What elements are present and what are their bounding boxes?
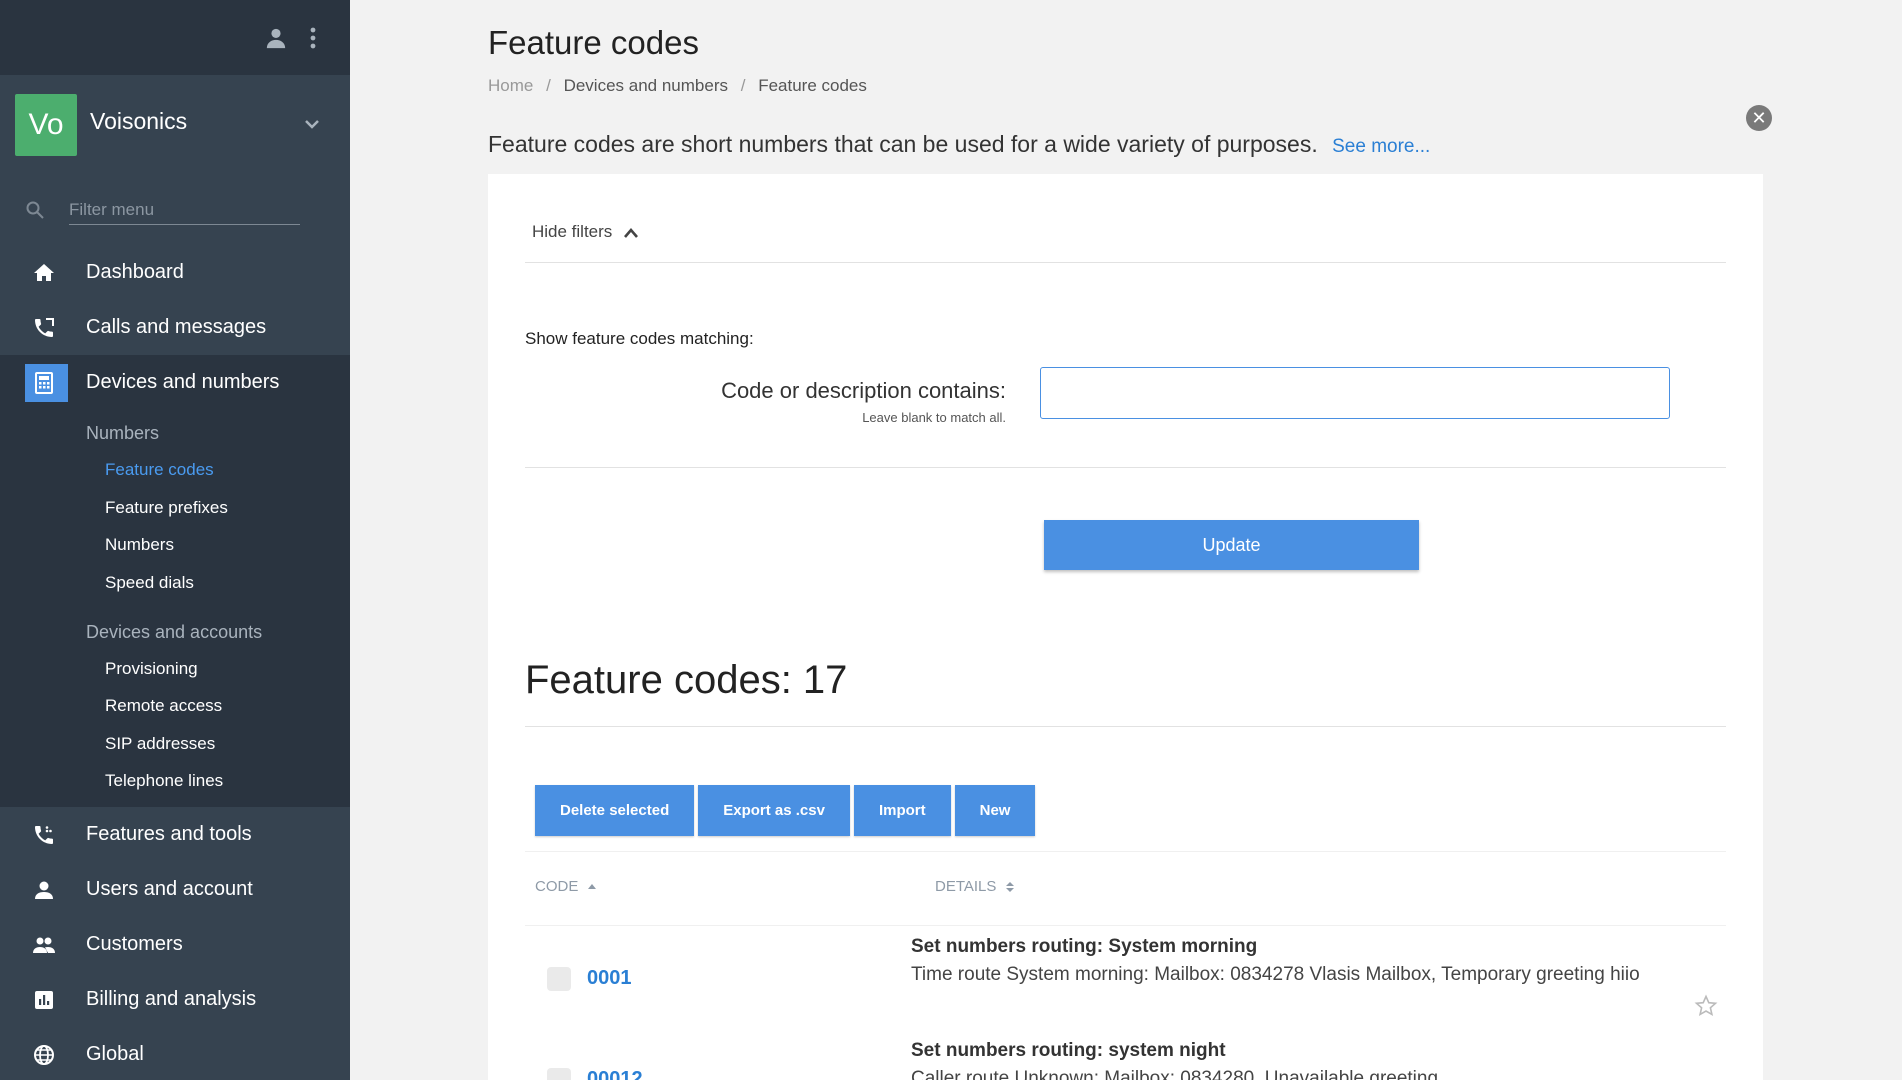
sidebar-item-label: Features and tools bbox=[86, 823, 252, 845]
sidebar-item-label: Billing and analysis bbox=[86, 988, 257, 1010]
sidebar-item-devices-and-numbers[interactable]: Devices and numbers bbox=[0, 355, 350, 410]
submenu-item-feature-prefixes[interactable]: Feature prefixes bbox=[105, 498, 228, 518]
sidebar-item-label: Calls and messages bbox=[86, 316, 267, 338]
column-header-label: CODE bbox=[535, 878, 579, 895]
breadcrumb-home[interactable]: Home bbox=[488, 76, 533, 95]
divider bbox=[525, 726, 1726, 727]
more-vert-icon[interactable] bbox=[305, 26, 321, 50]
row-description: Time route System morning: Mailbox: 0834… bbox=[911, 964, 1640, 985]
results-count-title: Feature codes: 17 bbox=[525, 658, 848, 702]
calculator-icon bbox=[35, 372, 53, 394]
submenu-heading-numbers: Numbers bbox=[86, 423, 160, 443]
submenu-item-remote-access[interactable]: Remote access bbox=[105, 696, 222, 716]
sidebar-item-label: Global bbox=[86, 1043, 144, 1065]
close-icon[interactable]: ✕ bbox=[1746, 105, 1772, 131]
bar-chart-icon bbox=[35, 991, 53, 1009]
intro-description: Feature codes are short numbers that can… bbox=[488, 131, 1318, 157]
devices-and-numbers-submenu: Numbers Feature codes Feature prefixes N… bbox=[0, 355, 350, 807]
person-icon bbox=[35, 881, 53, 899]
phone-icon bbox=[35, 318, 54, 337]
submenu-item-sip-addresses[interactable]: SIP addresses bbox=[105, 734, 215, 754]
sidebar-item-label: Devices and numbers bbox=[86, 371, 280, 393]
column-header-label: DETAILS bbox=[935, 878, 997, 895]
sidebar: Vo Voisonics Numbers Feature codes Featu… bbox=[0, 0, 350, 1080]
chevron-down-icon bbox=[305, 120, 319, 129]
hide-filters-toggle[interactable]: Hide filters bbox=[532, 222, 639, 242]
show-matching-label: Show feature codes matching: bbox=[525, 329, 754, 348]
sidebar-item-label: Users and account bbox=[86, 878, 253, 900]
submenu-item-telephone-lines[interactable]: Telephone lines bbox=[105, 771, 223, 791]
update-button[interactable]: Update bbox=[1044, 520, 1419, 570]
row-checkbox[interactable] bbox=[547, 1068, 571, 1080]
sort-icon bbox=[1005, 882, 1014, 893]
brand-logo: Vo bbox=[15, 94, 77, 156]
submenu-heading-devices: Devices and accounts bbox=[86, 622, 263, 642]
row-code-link[interactable]: 0001 bbox=[587, 967, 632, 990]
delete-selected-button[interactable]: Delete selected bbox=[535, 785, 695, 836]
intro-text: Feature codes are short numbers that can… bbox=[488, 131, 1430, 158]
filter-menu-input[interactable] bbox=[69, 195, 300, 225]
filter-menu bbox=[25, 195, 300, 227]
divider bbox=[525, 262, 1726, 263]
chevron-up-icon bbox=[624, 227, 639, 238]
sidebar-topbar bbox=[0, 0, 350, 75]
column-header-details[interactable]: DETAILS bbox=[935, 878, 1015, 895]
phone-forward-icon bbox=[35, 826, 53, 844]
row-title: Set numbers routing: System morning bbox=[911, 936, 1258, 957]
new-button[interactable]: New bbox=[954, 785, 1036, 836]
brand-name: Voisonics bbox=[90, 108, 188, 134]
sidebar-item-global[interactable]: Global bbox=[0, 1027, 350, 1080]
code-or-description-hint: Leave blank to match all. bbox=[862, 410, 1006, 425]
main-content: Feature codes Home / Devices and numbers… bbox=[350, 0, 1902, 1080]
export-csv-button[interactable]: Export as .csv bbox=[698, 785, 850, 836]
row-checkbox[interactable] bbox=[547, 967, 571, 991]
breadcrumb-separator: / bbox=[740, 76, 746, 95]
row-description: Caller route Unknown: Mailbox: 0834280, … bbox=[911, 1068, 1439, 1080]
sidebar-item-users-and-account[interactable]: Users and account bbox=[0, 862, 350, 917]
sidebar-item-billing-and-analysis[interactable]: Billing and analysis bbox=[0, 972, 350, 1027]
submenu-item-numbers[interactable]: Numbers bbox=[105, 535, 174, 555]
breadcrumb: Home / Devices and numbers / Feature cod… bbox=[488, 76, 875, 96]
search-icon bbox=[26, 201, 44, 219]
account-switcher[interactable]: Vo Voisonics bbox=[15, 94, 335, 156]
column-header-code[interactable]: CODE bbox=[535, 878, 597, 895]
home-icon bbox=[34, 264, 54, 281]
sidebar-item-label: Dashboard bbox=[86, 261, 184, 283]
globe-icon bbox=[34, 1045, 54, 1065]
hide-filters-label: Hide filters bbox=[532, 222, 613, 241]
submenu-item-feature-codes[interactable]: Feature codes bbox=[105, 460, 214, 480]
divider bbox=[525, 851, 1726, 852]
sidebar-item-features-and-tools[interactable]: Features and tools bbox=[0, 807, 350, 862]
submenu-item-provisioning[interactable]: Provisioning bbox=[105, 659, 198, 679]
feature-codes-card: Hide filters Show feature codes matching… bbox=[488, 174, 1763, 1080]
user-icon[interactable] bbox=[265, 26, 287, 50]
import-button[interactable]: Import bbox=[853, 785, 951, 836]
divider bbox=[525, 467, 1726, 468]
sidebar-item-dashboard[interactable]: Dashboard bbox=[0, 245, 350, 300]
code-or-description-label: Code or description contains: bbox=[721, 378, 1006, 403]
submenu-item-speed-dials[interactable]: Speed dials bbox=[105, 573, 194, 593]
row-code-link[interactable]: 00012 bbox=[587, 1068, 643, 1080]
page-title: Feature codes bbox=[488, 24, 699, 61]
sort-asc-icon bbox=[587, 884, 596, 890]
code-or-description-input[interactable] bbox=[1040, 367, 1670, 419]
divider bbox=[525, 925, 1726, 926]
sidebar-item-label: Customers bbox=[86, 933, 183, 955]
breadcrumb-current: Feature codes bbox=[758, 76, 867, 95]
people-icon bbox=[33, 937, 55, 953]
breadcrumb-separator: / bbox=[546, 76, 551, 95]
results-toolbar: Delete selected Export as .csv Import Ne… bbox=[535, 785, 1036, 836]
see-more-link[interactable]: See more... bbox=[1332, 136, 1430, 157]
sidebar-item-calls-and-messages[interactable]: Calls and messages bbox=[0, 300, 350, 355]
sidebar-item-customers[interactable]: Customers bbox=[0, 917, 350, 972]
star-icon[interactable] bbox=[1694, 994, 1718, 1018]
breadcrumb-devices-and-numbers[interactable]: Devices and numbers bbox=[564, 76, 728, 95]
row-title: Set numbers routing: system night bbox=[911, 1040, 1226, 1061]
